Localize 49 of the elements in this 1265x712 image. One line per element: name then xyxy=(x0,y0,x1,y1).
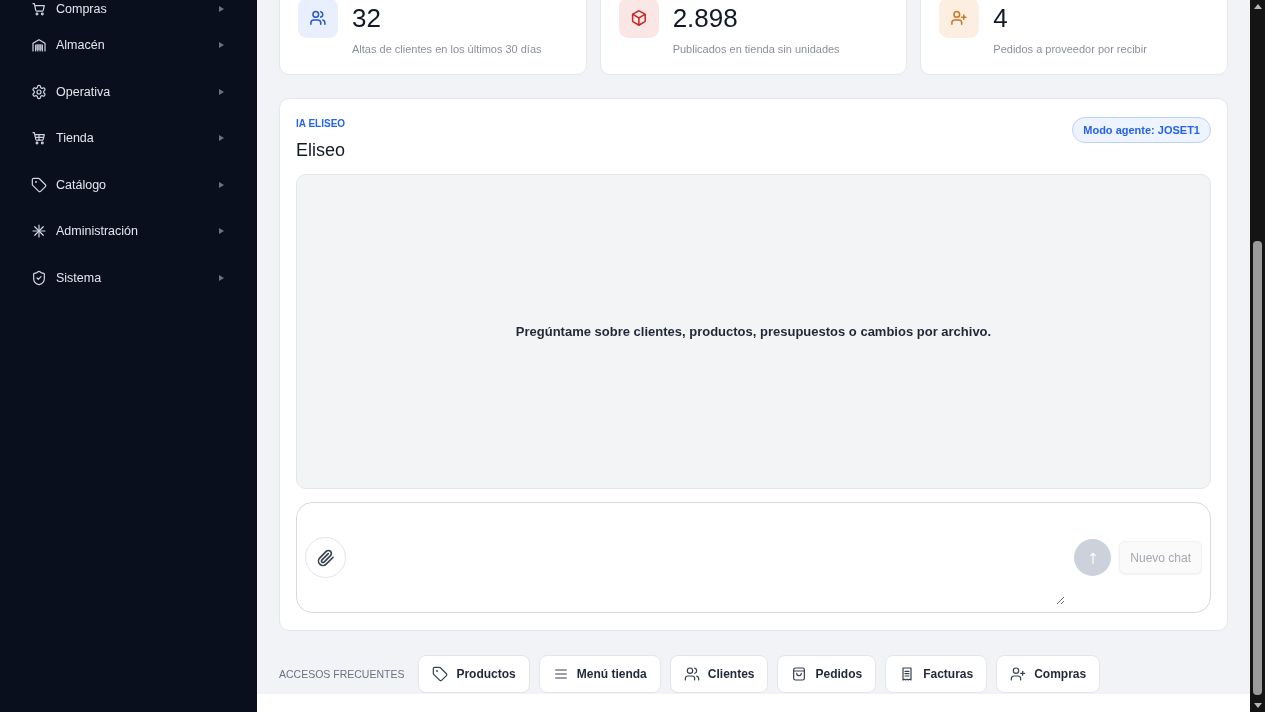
quick-access-button[interactable]: Clientes xyxy=(669,655,769,693)
sidebar-item[interactable]: Tienda xyxy=(20,115,237,162)
warehouse-icon xyxy=(31,37,47,54)
sidebar-item[interactable]: Catálogo xyxy=(20,161,237,208)
menu-icon xyxy=(552,666,569,682)
cart-icon xyxy=(31,130,47,147)
stat-value: 4 xyxy=(993,2,1009,34)
panel-eyebrow: IA ELISEO xyxy=(296,117,346,131)
sidebar-item[interactable]: Compras xyxy=(20,0,237,18)
asterisk-icon xyxy=(31,223,47,240)
quick-access-button[interactable]: Pedidos xyxy=(777,655,877,693)
scroll-up-icon[interactable] xyxy=(1253,4,1262,9)
caret-right-icon xyxy=(219,274,224,281)
quick-access-button[interactable]: Menú tienda xyxy=(538,655,661,693)
scroll-down-icon[interactable] xyxy=(1253,703,1262,708)
scrollbar-thumb[interactable] xyxy=(1253,241,1262,695)
scrollbar[interactable] xyxy=(1250,0,1265,712)
quick-access-button[interactable]: Compras xyxy=(996,655,1101,693)
users-icon xyxy=(683,666,700,682)
quick-access-label: ACCESOS FRECUENTES xyxy=(279,668,405,680)
caret-right-icon xyxy=(219,228,224,235)
stat-value: 32 xyxy=(352,2,382,34)
agent-mode-badge: Modo agente: JOSET1 xyxy=(1072,117,1211,143)
gear-icon xyxy=(31,83,47,100)
tag-icon xyxy=(31,176,47,193)
cart-icon xyxy=(31,1,47,17)
user-plus-icon xyxy=(1010,666,1027,682)
quick-access-button[interactable]: Productos xyxy=(418,655,530,693)
empty-chat-message: Pregúntame sobre clientes, productos, presupuestos o cambios por archivo. xyxy=(515,322,992,341)
stat-caption: Publicados en tienda sin unidades xyxy=(672,42,840,57)
caret-right-icon xyxy=(219,6,224,12)
caret-right-icon xyxy=(219,135,224,142)
caret-right-icon xyxy=(219,88,224,95)
shield-check-icon xyxy=(31,269,47,286)
stat-caption: Pedidos a proveedor por recibir xyxy=(993,42,1147,57)
stat-caption: Altas de clientes en los últimos 30 días xyxy=(352,42,542,57)
caret-right-icon xyxy=(219,42,224,49)
sidebar-item[interactable]: Almacén xyxy=(20,22,237,69)
caret-right-icon xyxy=(219,181,224,188)
sidebar-item[interactable]: Sistema xyxy=(20,254,237,301)
quick-access-button[interactable]: Facturas xyxy=(885,655,988,693)
shopping-bag-icon xyxy=(791,666,808,682)
sidebar-item[interactable]: Administración xyxy=(20,208,237,255)
attach-button[interactable] xyxy=(305,537,346,578)
panel-title: Eliseo xyxy=(296,139,346,162)
paperclip-icon xyxy=(316,548,335,567)
stat-value: 2.898 xyxy=(672,2,739,34)
tag-icon xyxy=(432,666,449,682)
sidebar-item[interactable]: Operativa xyxy=(20,68,237,115)
